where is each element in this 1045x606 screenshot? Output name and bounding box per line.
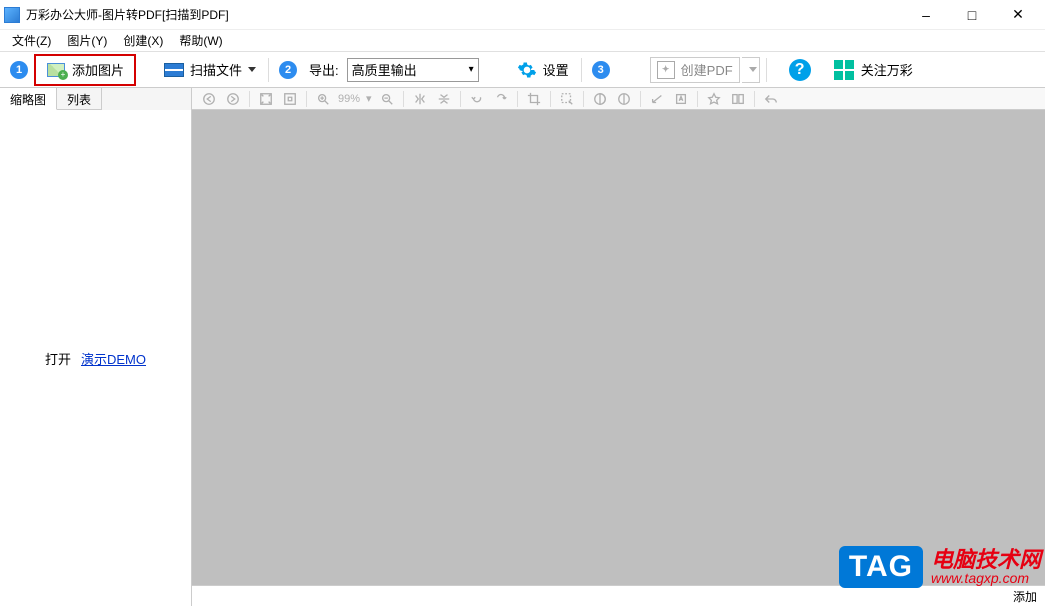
- undo-icon[interactable]: [760, 90, 782, 108]
- edit-toolbar: 99% ▾: [192, 88, 1045, 110]
- pdf-icon: ✦: [657, 61, 675, 79]
- app-icon: [4, 7, 20, 23]
- dropdown-icon: [248, 67, 256, 72]
- crop-icon[interactable]: [523, 90, 545, 108]
- menu-create[interactable]: 创建(X): [115, 30, 171, 51]
- scanner-icon: [164, 60, 184, 80]
- nav-first-icon[interactable]: [198, 90, 220, 108]
- step-1-badge: 1: [10, 61, 28, 79]
- help-button[interactable]: ?: [789, 59, 811, 81]
- menubar: 文件(Z) 图片(Y) 创建(X) 帮助(W): [0, 30, 1045, 52]
- left-body: 打开 演示DEMO: [0, 110, 191, 606]
- brightness-icon[interactable]: [613, 90, 635, 108]
- nav-last-icon[interactable]: [222, 90, 244, 108]
- add-image-highlight: + 添加图片: [34, 54, 136, 86]
- close-button[interactable]: ✕: [995, 0, 1041, 30]
- scan-file-button[interactable]: 扫描文件: [158, 56, 262, 84]
- create-pdf-label: 创建PDF: [681, 60, 733, 79]
- separator: [766, 58, 767, 82]
- tab-list[interactable]: 列表: [57, 88, 102, 110]
- output-label: 导出:: [309, 60, 339, 79]
- auto-icon[interactable]: [670, 90, 692, 108]
- output-value: 高质里输出: [352, 60, 417, 79]
- zoom-dropdown[interactable]: ▾: [364, 92, 374, 105]
- minimize-button[interactable]: –: [903, 0, 949, 30]
- right-pane: 99% ▾ 添加: [192, 88, 1045, 606]
- watermark-line1: 电脑技术网: [931, 549, 1041, 571]
- titlebar: 万彩办公大师-图片转PDF[扫描到PDF] – □ ✕: [0, 0, 1045, 30]
- zoom-in-icon[interactable]: [312, 90, 334, 108]
- rotate-left-icon[interactable]: [466, 90, 488, 108]
- tab-thumbnail[interactable]: 缩略图: [0, 88, 57, 110]
- status-bar: 添加: [192, 585, 1045, 606]
- menu-image[interactable]: 图片(Y): [59, 30, 115, 51]
- step-3-badge: 3: [592, 61, 610, 79]
- separator: [268, 58, 269, 82]
- create-pdf-dropdown[interactable]: [742, 57, 760, 83]
- fit-window-icon[interactable]: [255, 90, 277, 108]
- menu-file[interactable]: 文件(Z): [4, 30, 59, 51]
- separator: [581, 58, 582, 82]
- preview-canvas: [192, 110, 1045, 585]
- zoom-out-icon[interactable]: [376, 90, 398, 108]
- flip-v-icon[interactable]: [433, 90, 455, 108]
- mark-icon[interactable]: [703, 90, 725, 108]
- output-quality-select[interactable]: 高质里输出 ▾: [347, 58, 479, 82]
- left-pane: 缩略图 列表 打开 演示DEMO: [0, 88, 192, 606]
- add-image-icon: +: [46, 60, 66, 80]
- settings-label: 设置: [543, 60, 569, 79]
- status-hint: 添加: [1013, 588, 1037, 605]
- step-2-badge: 2: [279, 61, 297, 79]
- contrast-icon[interactable]: [589, 90, 611, 108]
- settings-button[interactable]: 设置: [511, 56, 575, 84]
- watermark-tag: TAG: [839, 546, 923, 588]
- maximize-button[interactable]: □: [949, 0, 995, 30]
- scan-file-label: 扫描文件: [190, 60, 242, 79]
- gear-icon: [517, 60, 537, 80]
- open-label: 打开: [45, 349, 71, 368]
- main-toolbar: 1 + 添加图片 扫描文件 2 导出: 高质里输出 ▾ 设置 3 ✦ 创建PDF: [0, 52, 1045, 88]
- qr-icon: [833, 59, 855, 81]
- split-icon[interactable]: [727, 90, 749, 108]
- fit-actual-icon[interactable]: [279, 90, 301, 108]
- zoom-level: 99%: [336, 93, 362, 105]
- add-image-button[interactable]: + 添加图片: [40, 56, 130, 84]
- follow-button[interactable]: 关注万彩: [827, 56, 919, 84]
- selection-icon[interactable]: [556, 90, 578, 108]
- flip-h-icon[interactable]: [409, 90, 431, 108]
- left-tabs: 缩略图 列表: [0, 88, 191, 110]
- rotate-right-icon[interactable]: [490, 90, 512, 108]
- deskew-icon[interactable]: [646, 90, 668, 108]
- watermark-line2: www.tagxp.com: [931, 571, 1041, 585]
- window-controls: – □ ✕: [903, 0, 1041, 30]
- follow-label: 关注万彩: [861, 60, 913, 79]
- menu-help[interactable]: 帮助(W): [171, 30, 230, 51]
- demo-link[interactable]: 演示DEMO: [81, 349, 146, 368]
- content-area: 缩略图 列表 打开 演示DEMO 99% ▾: [0, 88, 1045, 606]
- add-image-label: 添加图片: [72, 60, 124, 79]
- watermark: TAG 电脑技术网 www.tagxp.com: [839, 546, 1041, 588]
- window-title: 万彩办公大师-图片转PDF[扫描到PDF]: [26, 6, 229, 23]
- create-pdf-button[interactable]: ✦ 创建PDF: [650, 57, 740, 83]
